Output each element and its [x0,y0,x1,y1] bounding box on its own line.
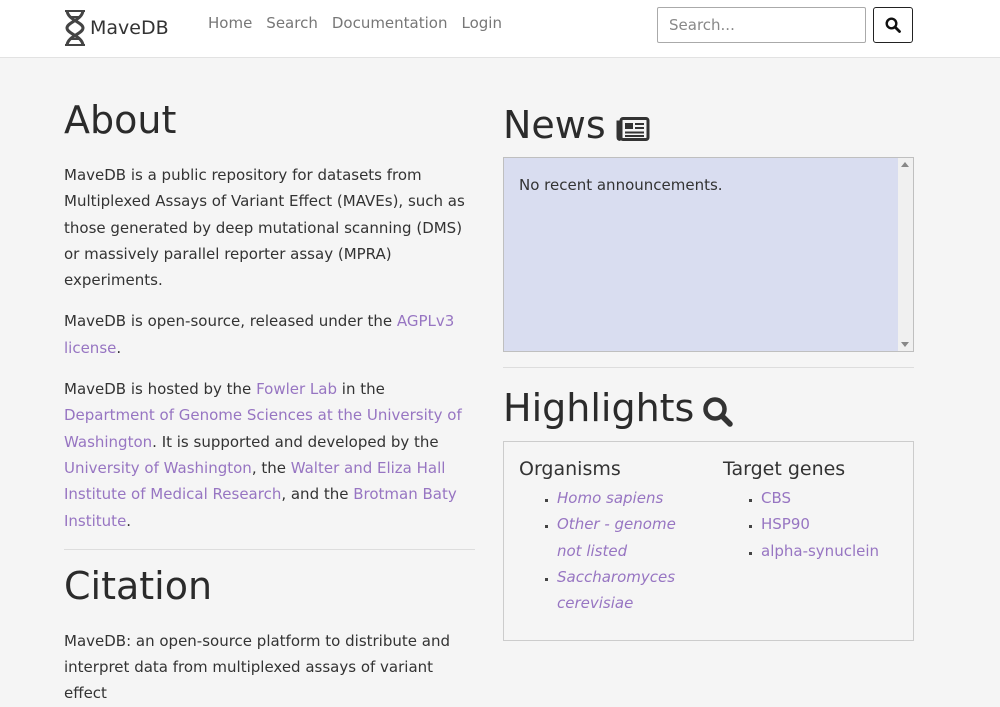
list-item: alpha-synuclein [761,538,879,564]
gene-link[interactable]: HSP90 [761,515,810,533]
target-genes-list: CBS HSP90 alpha-synuclein [723,485,879,564]
search-button[interactable] [873,7,913,43]
organism-link[interactable]: Saccharomyces cerevisiae [557,568,675,612]
highlights-panel: Organisms Homo sapiens Other - genome no… [503,441,914,641]
nav-search[interactable]: Search [266,14,318,32]
search-icon [885,17,901,33]
organisms-column: Organisms Homo sapiens Other - genome no… [519,456,699,616]
scroll-down-arrow-icon[interactable] [901,342,909,347]
dna-icon [65,9,85,47]
fowler-lab-link[interactable]: Fowler Lab [256,380,337,398]
uw-link[interactable]: University of Washington [64,459,252,477]
organisms-heading: Organisms [519,458,621,480]
about-paragraph-3: MaveDB is hosted by the Fowler Lab in th… [64,380,462,530]
organism-link[interactable]: Homo sapiens [557,489,663,507]
news-scrollbar[interactable] [898,158,913,351]
list-item: Saccharomyces cerevisiae [557,564,699,617]
about-paragraph-2: MaveDB is open-source, released under th… [64,312,455,357]
organisms-list: Homo sapiens Other - genome not listed S… [519,485,699,616]
navbar: MaveDB Home Search Documentation Login [0,0,1000,58]
news-heading: News [503,103,606,148]
scroll-up-arrow-icon[interactable] [901,162,909,167]
news-panel[interactable]: No recent announcements. [503,157,914,352]
right-column: News No recent announcements. Highlights… [503,98,914,641]
about-paragraph-1: MaveDB is a public repository for datase… [64,166,465,290]
left-column: About MaveDB is a public repository for … [64,98,475,707]
list-item: Other - genome not listed [557,511,699,564]
search-icon [703,397,734,427]
nav-home[interactable]: Home [208,14,252,32]
search-input[interactable] [657,7,866,43]
brand-name: MaveDB [90,17,169,39]
news-message: No recent announcements. [519,176,723,194]
nav-links: Home Search Documentation Login [208,14,516,32]
citation-heading: Citation [64,563,213,608]
nav-documentation[interactable]: Documentation [332,14,448,32]
list-item: Homo sapiens [557,485,699,511]
citation-text: MaveDB: an open-source platform to distr… [64,631,450,703]
nav-login[interactable]: Login [461,14,501,32]
newspaper-icon [616,117,650,141]
target-genes-heading: Target genes [723,458,846,480]
highlights-heading: Highlights [503,386,695,431]
gene-link[interactable]: alpha-synuclein [761,542,879,560]
brand-logo[interactable]: MaveDB [64,6,169,50]
organism-link[interactable]: Other - genome not listed [557,515,676,559]
news-header: News [503,98,914,154]
list-item: HSP90 [761,511,879,537]
highlights-header: Highlights [503,386,914,432]
target-genes-column: Target genes CBS HSP90 alpha-synuclein [723,456,879,564]
about-heading: About [64,98,177,142]
gene-link[interactable]: CBS [761,489,791,507]
list-item: CBS [761,485,879,511]
